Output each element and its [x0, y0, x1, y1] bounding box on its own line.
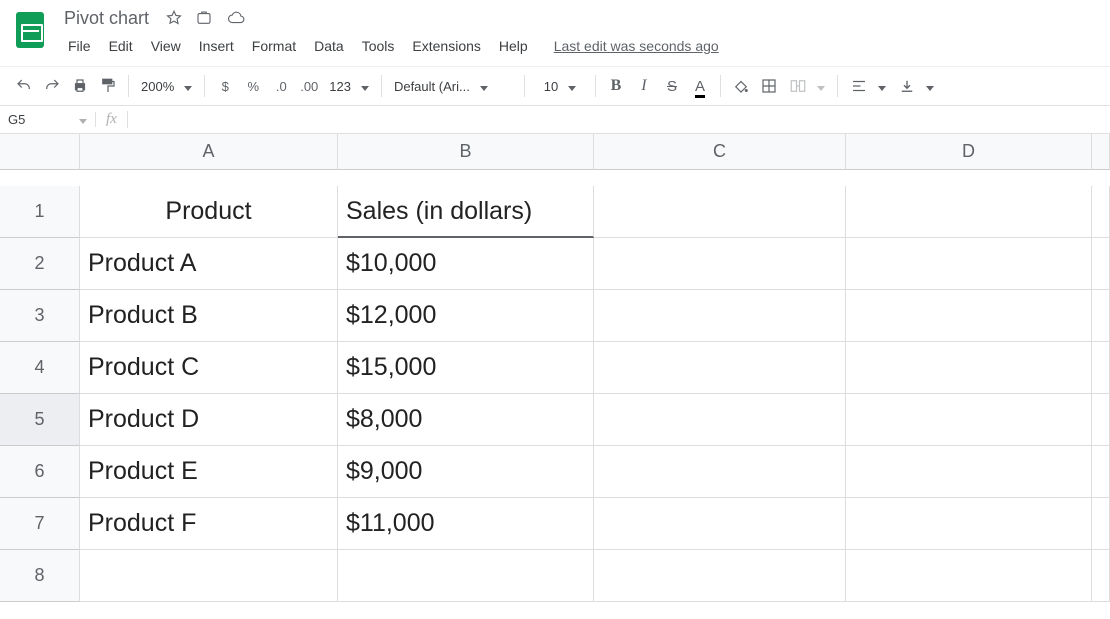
fill-color-button[interactable]: [727, 72, 755, 100]
column-header-extra[interactable]: [1092, 134, 1110, 170]
format-currency-button[interactable]: $: [211, 72, 239, 100]
cell-B5[interactable]: $8,000: [338, 394, 594, 446]
cell-B4[interactable]: $15,000: [338, 342, 594, 394]
row-header-5[interactable]: 5: [0, 394, 80, 446]
cell-E2[interactable]: [1092, 238, 1110, 290]
cell-E4[interactable]: [1092, 342, 1110, 394]
undo-button[interactable]: [10, 72, 38, 100]
borders-button[interactable]: [755, 72, 783, 100]
column-header-C[interactable]: C: [594, 134, 846, 170]
menu-format[interactable]: Format: [244, 36, 304, 56]
cell-D7[interactable]: [846, 498, 1092, 550]
fx-label: fx: [96, 111, 128, 128]
merge-cells-button[interactable]: [783, 77, 831, 95]
font-family-dropdown[interactable]: Default (Ari...: [388, 79, 518, 94]
row-header-2[interactable]: 2: [0, 238, 80, 290]
format-percent-button[interactable]: %: [239, 72, 267, 100]
font-size-dropdown[interactable]: 10: [531, 79, 589, 94]
menu-data[interactable]: Data: [306, 36, 352, 56]
cell-C6[interactable]: [594, 446, 846, 498]
cell-E1[interactable]: [1092, 186, 1110, 238]
cell-A8[interactable]: [80, 550, 338, 602]
select-all-corner[interactable]: [0, 134, 80, 170]
cell-D6[interactable]: [846, 446, 1092, 498]
cell-B1[interactable]: Sales (in dollars): [338, 186, 594, 238]
sheets-logo[interactable]: [10, 10, 50, 50]
cell-D2[interactable]: [846, 238, 1092, 290]
column-header-D[interactable]: D: [846, 134, 1092, 170]
cell-D1[interactable]: [846, 186, 1092, 238]
menu-extensions[interactable]: Extensions: [404, 36, 488, 56]
name-box-value: G5: [8, 112, 25, 127]
cell-C5[interactable]: [594, 394, 846, 446]
redo-button[interactable]: [38, 72, 66, 100]
formula-input[interactable]: [128, 106, 1110, 133]
cell-D8[interactable]: [846, 550, 1092, 602]
row-header-8[interactable]: 8: [0, 550, 80, 602]
cell-E6[interactable]: [1092, 446, 1110, 498]
row-header-6[interactable]: 6: [0, 446, 80, 498]
name-box[interactable]: G5: [0, 112, 96, 127]
cell-D5[interactable]: [846, 394, 1092, 446]
cell-A6[interactable]: Product E: [80, 446, 338, 498]
menu-help[interactable]: Help: [491, 36, 536, 56]
cell-E8[interactable]: [1092, 550, 1110, 602]
cell-E7[interactable]: [1092, 498, 1110, 550]
cell-E3[interactable]: [1092, 290, 1110, 342]
italic-button[interactable]: I: [630, 72, 658, 100]
move-icon[interactable]: [195, 9, 213, 27]
print-button[interactable]: [66, 72, 94, 100]
cell-A4[interactable]: Product C: [80, 342, 338, 394]
menu-tools[interactable]: Tools: [354, 36, 403, 56]
cell-C1[interactable]: [594, 186, 846, 238]
cell-E5[interactable]: [1092, 394, 1110, 446]
decrease-decimal-button[interactable]: .0: [267, 72, 295, 100]
cell-A7[interactable]: Product F: [80, 498, 338, 550]
paint-format-button[interactable]: [94, 72, 122, 100]
row-header-3[interactable]: 3: [0, 290, 80, 342]
cell-C7[interactable]: [594, 498, 846, 550]
cloud-status-icon[interactable]: [225, 9, 247, 27]
cell-B6[interactable]: $9,000: [338, 446, 594, 498]
strikethrough-button[interactable]: S: [658, 72, 686, 100]
cell-C4[interactable]: [594, 342, 846, 394]
menu-edit[interactable]: Edit: [101, 36, 141, 56]
text-color-button[interactable]: A: [686, 72, 714, 100]
star-icon[interactable]: [165, 9, 183, 27]
cell-C3[interactable]: [594, 290, 846, 342]
bold-button[interactable]: B: [602, 72, 630, 100]
menu-file[interactable]: File: [60, 36, 99, 56]
column-header-A[interactable]: A: [80, 134, 338, 170]
zoom-dropdown[interactable]: 200%: [135, 79, 198, 94]
horizontal-align-button[interactable]: [844, 77, 892, 95]
column-header-B[interactable]: B: [338, 134, 594, 170]
toolbar: 200% $ % .0 .00 123 Default (Ari... 10 B…: [0, 66, 1110, 106]
doc-title[interactable]: Pivot chart: [60, 8, 153, 29]
cell-A3[interactable]: Product B: [80, 290, 338, 342]
chevron-down-icon: [79, 112, 87, 127]
cell-B8[interactable]: [338, 550, 594, 602]
cell-A5[interactable]: Product D: [80, 394, 338, 446]
cell-B2[interactable]: $10,000: [338, 238, 594, 290]
cell-B3[interactable]: $12,000: [338, 290, 594, 342]
increase-decimal-button[interactable]: .00: [295, 72, 323, 100]
cell-D3[interactable]: [846, 290, 1092, 342]
row-header-1[interactable]: 1: [0, 186, 80, 238]
last-edit-link[interactable]: Last edit was seconds ago: [554, 38, 719, 54]
cell-A1[interactable]: Product: [80, 186, 338, 238]
cell-A2[interactable]: Product A: [80, 238, 338, 290]
more-formats-dropdown[interactable]: 123: [323, 79, 375, 94]
cell-B7[interactable]: $11,000: [338, 498, 594, 550]
spreadsheet-grid: A B C D 1 Product Sales (in dollars) 2 P…: [0, 134, 1110, 602]
cell-C2[interactable]: [594, 238, 846, 290]
cell-C8[interactable]: [594, 550, 846, 602]
menu-view[interactable]: View: [143, 36, 189, 56]
row-header-4[interactable]: 4: [0, 342, 80, 394]
menu-insert[interactable]: Insert: [191, 36, 242, 56]
row-header-7[interactable]: 7: [0, 498, 80, 550]
cell-D4[interactable]: [846, 342, 1092, 394]
vertical-align-button[interactable]: [892, 77, 940, 95]
